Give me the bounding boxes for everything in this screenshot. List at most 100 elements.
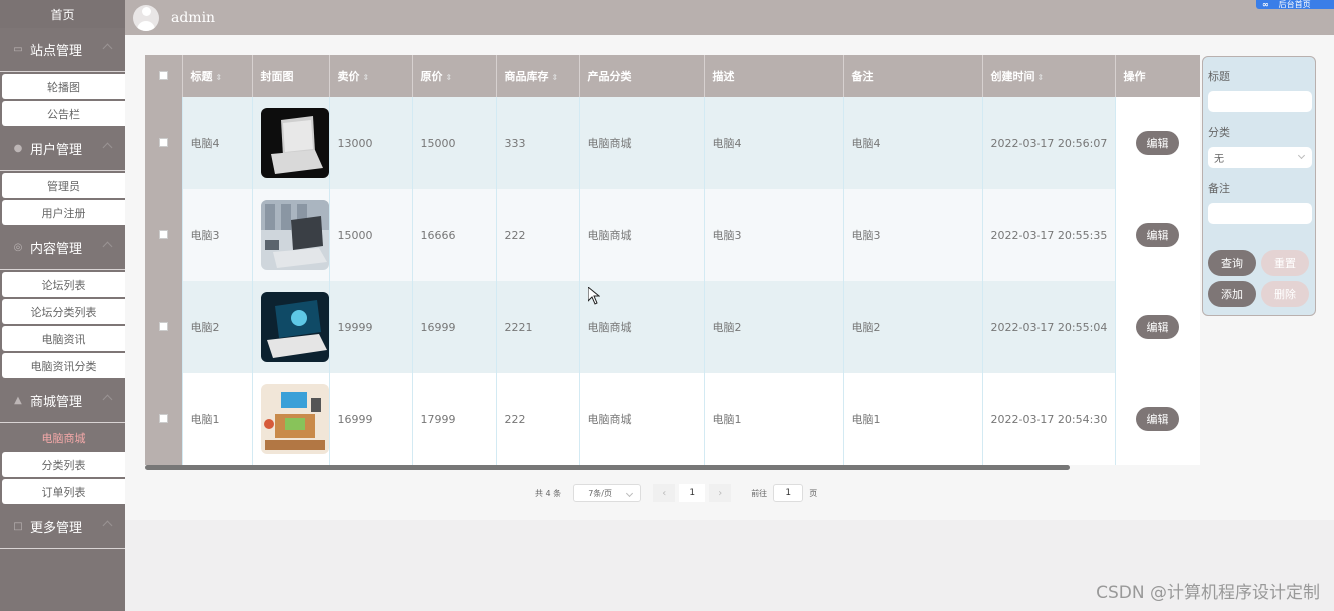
cell-description: 电脑2 — [704, 281, 844, 373]
column-header[interactable]: 商品库存 ⇕ — [496, 55, 580, 97]
column-header[interactable]: 卖价 ⇕ — [329, 55, 413, 97]
sidebar-group-label: 更多管理 — [30, 521, 83, 536]
cell-stock: 333 — [496, 97, 580, 189]
row-checkbox[interactable] — [158, 413, 168, 423]
column-header[interactable]: 标题 ⇕ — [182, 55, 253, 97]
sidebar-group-more[interactable]: □ 更多管理 — [0, 505, 125, 549]
user-icon: ● — [13, 143, 23, 154]
row-checkbox[interactable] — [158, 137, 168, 147]
monitor-icon: ▭ — [13, 44, 23, 55]
sort-icon: ⇕ — [551, 73, 559, 82]
row-checkbox[interactable] — [158, 229, 168, 239]
sidebar-item-forum-category[interactable]: 论坛分类列表 — [2, 299, 125, 324]
cell-cover — [252, 281, 330, 373]
chevron-up-icon — [102, 142, 113, 153]
page-size-value: 7条/页 — [588, 488, 612, 498]
product-table-wrapper: 标题 ⇕ 封面图 卖价 ⇕ 原价 ⇕ 商品库存 ⇕ 产品分类 描述 备注 创建时间 ⇕ 操… — [145, 55, 1200, 468]
cell-price: 19999 — [329, 281, 413, 373]
category-filter-select[interactable]: 无 — [1208, 147, 1312, 168]
sidebar-item-order-list[interactable]: 订单列表 — [2, 479, 125, 504]
sidebar-item-user-register[interactable]: 用户注册 — [2, 200, 125, 225]
sidebar-group-shop[interactable]: ▲ 商城管理 — [0, 379, 125, 423]
cell-original-price: 17999 — [412, 373, 497, 465]
column-header[interactable]: 创建时间 ⇕ — [982, 55, 1116, 97]
table-header-row: 标题 ⇕ 封面图 卖价 ⇕ 原价 ⇕ 商品库存 ⇕ 产品分类 描述 备注 创建时间 ⇕ 操… — [145, 55, 1200, 97]
page-size-select[interactable]: 7条/页 — [573, 484, 642, 502]
column-header: 操作 — [1115, 55, 1200, 97]
column-header[interactable]: 原价 ⇕ — [412, 55, 497, 97]
cell-category: 电脑商城 — [579, 97, 705, 189]
cell-stock: 2221 — [496, 281, 580, 373]
delete-button[interactable]: 删除 — [1261, 281, 1309, 307]
sort-icon: ⇕ — [445, 73, 453, 82]
cell-original-price: 16999 — [412, 281, 497, 373]
sidebar-group-users[interactable]: ● 用户管理 — [0, 127, 125, 171]
row-checkbox-cell[interactable] — [145, 189, 183, 281]
cell-original-price: 15000 — [412, 97, 497, 189]
cell-cover — [252, 373, 330, 465]
sidebar-item-admin[interactable]: 管理员 — [2, 173, 125, 198]
title-filter-label: 标题 — [1208, 70, 1230, 83]
note-filter-input[interactable] — [1208, 203, 1312, 224]
cell-price: 13000 — [329, 97, 413, 189]
sidebar-item-computer-shop[interactable]: 电脑商城 — [2, 425, 125, 450]
sidebar-item-forum[interactable]: 论坛列表 — [2, 272, 125, 297]
cell-category: 电脑商城 — [579, 373, 705, 465]
row-checkbox-cell[interactable] — [145, 373, 183, 465]
reset-button[interactable]: 重置 — [1261, 250, 1309, 276]
link-icon: ∞ — [1262, 0, 1269, 9]
avatar-body-icon — [137, 20, 155, 31]
edit-button[interactable]: 编辑 — [1136, 407, 1179, 431]
chevron-up-icon — [102, 43, 113, 54]
sort-icon: ⇕ — [1037, 73, 1045, 82]
table-row[interactable]: 电脑4 13000 15000 333 电脑商城 电脑4 电脑4 2022-03… — [145, 97, 1200, 189]
sidebar-item-carousel[interactable]: 轮播图 — [2, 74, 125, 99]
cell-actions: 编辑 — [1115, 373, 1200, 465]
edit-button[interactable]: 编辑 — [1136, 315, 1179, 339]
note-filter-label: 备注 — [1208, 182, 1230, 195]
row-checkbox[interactable] — [158, 321, 168, 331]
sidebar-item-news-category[interactable]: 电脑资讯分类 — [2, 353, 125, 378]
edit-button[interactable]: 编辑 — [1136, 131, 1179, 155]
goto-page-input[interactable]: 1 — [773, 484, 804, 502]
cell-created-time: 2022-03-17 20:56:07 — [982, 97, 1116, 189]
cell-cover — [252, 189, 330, 281]
cell-title: 电脑1 — [182, 373, 253, 465]
cell-note: 电脑2 — [843, 281, 983, 373]
select-all-checkbox-cell[interactable] — [145, 55, 183, 97]
table-row[interactable]: 电脑3 15000 16666 222 电脑商城 电脑3 电脑3 2022-03… — [145, 189, 1200, 281]
sidebar-item-category-list[interactable]: 分类列表 — [2, 452, 125, 477]
total-count: 共 4 条 — [535, 488, 562, 498]
row-checkbox-cell[interactable] — [145, 281, 183, 373]
cell-note: 电脑3 — [843, 189, 983, 281]
edit-button[interactable]: 编辑 — [1136, 223, 1179, 247]
table-row[interactable]: 电脑1 16999 17999 222 电脑商城 电脑1 电脑1 2022-03… — [145, 373, 1200, 465]
row-checkbox-cell[interactable] — [145, 97, 183, 189]
laptop-thumbnail-image[interactable] — [260, 108, 329, 178]
cell-note: 电脑4 — [843, 97, 983, 189]
add-button[interactable]: 添加 — [1208, 281, 1256, 307]
chevron-up-icon — [102, 394, 113, 405]
page-number-current[interactable]: 1 — [679, 484, 706, 502]
title-filter-input[interactable] — [1208, 91, 1312, 112]
main-content: 标题 ⇕ 封面图 卖价 ⇕ 原价 ⇕ 商品库存 ⇕ 产品分类 描述 备注 创建时间 ⇕ 操… — [125, 35, 1334, 520]
home-button[interactable]: ∞ 后台首页 — [1256, 0, 1334, 9]
horizontal-scrollbar[interactable] — [145, 465, 1070, 470]
laptop-thumbnail-image[interactable] — [260, 200, 329, 270]
prev-page-button[interactable]: ‹ — [653, 484, 676, 502]
chevron-down-icon — [1297, 151, 1306, 160]
table-row[interactable]: 电脑2 19999 16999 2221 电脑商城 电脑2 电脑2 2022-0… — [145, 281, 1200, 373]
sidebar-home[interactable]: 首页 — [0, 0, 125, 28]
sort-icon: ⇕ — [362, 73, 370, 82]
sidebar-item-news[interactable]: 电脑资讯 — [2, 326, 125, 351]
select-all-checkbox[interactable] — [158, 70, 168, 80]
search-panel: 标题 分类 无 备注 查询 重置 添加 删除 — [1202, 56, 1316, 316]
sidebar-group-content[interactable]: ◎ 内容管理 — [0, 226, 125, 270]
laptop-thumbnail-image[interactable] — [260, 292, 329, 362]
avatar[interactable] — [133, 4, 159, 31]
next-page-button[interactable]: › — [709, 484, 732, 502]
laptop-thumbnail-image[interactable] — [260, 384, 329, 454]
sidebar-item-notice[interactable]: 公告栏 — [2, 101, 125, 126]
sidebar-group-site[interactable]: ▭ 站点管理 — [0, 28, 125, 72]
query-button[interactable]: 查询 — [1208, 250, 1256, 276]
